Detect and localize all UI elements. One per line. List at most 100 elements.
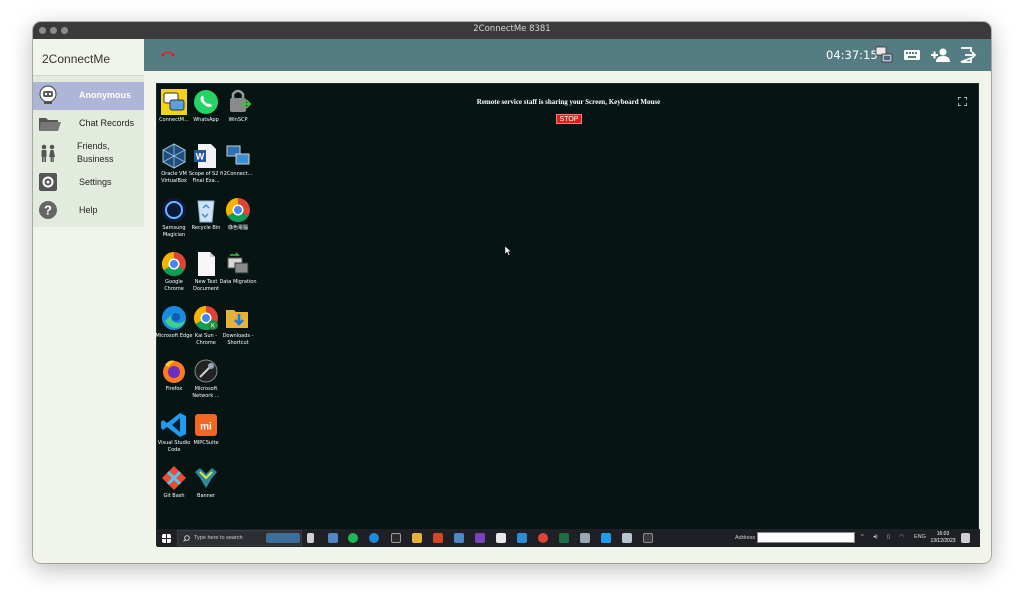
sidebar-item-settings[interactable]: Settings	[33, 168, 144, 196]
desktop-icon-label: WinSCP	[228, 117, 248, 123]
robot-avatar-icon	[39, 85, 57, 104]
data-migration-icon	[227, 252, 249, 274]
sidebar: 2ConnectMe Anonymous Chat Records Friend…	[33, 39, 144, 563]
exit-icon[interactable]	[959, 46, 977, 64]
sidebar-item-label: Anonymous	[79, 90, 132, 100]
wifi-icon[interactable]: ◠	[899, 534, 904, 540]
gear-icon	[39, 173, 57, 191]
desktop-icon[interactable]: W Scope of S2 fi Final Exa...	[189, 140, 223, 190]
chrome-icon	[161, 252, 186, 277]
svg-text:?: ?	[44, 203, 52, 218]
task-view-icon[interactable]	[307, 533, 314, 543]
taskbar-search-box[interactable]: Type here to search	[177, 530, 302, 546]
chrome-profile-icon: K	[193, 306, 218, 331]
desktop-icon[interactable]: 2Connect...	[221, 140, 255, 190]
sidebar-item-help[interactable]: ? Help	[33, 196, 144, 224]
firefox-icon	[163, 360, 185, 383]
desktop-icon-label: MIPCSuite	[193, 440, 219, 446]
folder-icon	[39, 118, 61, 131]
address-input[interactable]	[757, 532, 855, 543]
screen-share-icon[interactable]	[875, 46, 893, 64]
vscode-taskbar-icon[interactable]	[601, 533, 611, 543]
connectme-taskbar-icon[interactable]	[643, 533, 653, 543]
sidebar-item-label: Settings	[79, 177, 112, 187]
stop-button[interactable]: STOP	[556, 114, 582, 124]
window-title: 2ConnectMe 8381	[473, 24, 551, 34]
notepad-icon[interactable]	[496, 533, 506, 543]
add-user-icon[interactable]	[930, 46, 950, 64]
terminal-icon[interactable]	[391, 533, 401, 543]
sidebar-item-label: Friends, Business	[77, 141, 114, 164]
powerpoint-icon[interactable]	[433, 533, 443, 543]
desktop-icon[interactable]: Google Chrome	[157, 248, 191, 298]
hangup-icon[interactable]	[160, 49, 176, 59]
file-explorer-icon[interactable]	[412, 533, 422, 543]
chrome-icon	[225, 198, 250, 223]
virtualbox-icon	[162, 143, 186, 169]
search-icon	[183, 535, 190, 542]
network-app-icon	[226, 145, 250, 165]
taskbar-date: 13/12/2023	[930, 537, 956, 544]
desktop-icon[interactable]: 綠色電腦	[221, 194, 255, 244]
desktop-icon[interactable]: Visual Studio Code	[157, 409, 191, 459]
sidebar-item-chat-records[interactable]: Chat Records	[33, 110, 144, 138]
desktop-icon[interactable]: Firefox	[157, 355, 191, 405]
people-icon	[41, 144, 55, 162]
desktop-icon[interactable]: Samsung Magician	[157, 194, 191, 244]
desktop-icon[interactable]: Git Bash	[157, 462, 191, 512]
desktop-icon[interactable]: Banner	[189, 462, 223, 512]
svg-text:mi: mi	[200, 422, 212, 433]
spotify-icon[interactable]	[348, 533, 358, 543]
app-window: 2ConnectMe 8381 2ConnectMe Anonymous Cha	[33, 22, 991, 563]
desktop-icon[interactable]: Microsoft Network ...	[189, 355, 223, 405]
notification-icon[interactable]	[961, 533, 970, 543]
downloads-folder-icon	[226, 310, 248, 328]
onenote-icon[interactable]	[475, 533, 485, 543]
desktop-icon[interactable]: Data Migration	[219, 248, 257, 298]
desktop-icon[interactable]: K Kai Sun - Chrome	[189, 302, 223, 352]
taskbar-app-icon[interactable]	[328, 533, 338, 543]
network-monitor-icon	[194, 359, 218, 383]
question-icon: ?	[39, 201, 57, 219]
git-bash-icon	[162, 466, 186, 490]
search-highlight-image	[266, 533, 300, 543]
speaker-icon[interactable]: ◂)	[873, 534, 878, 540]
desktop-icon[interactable]: Downloads - Shortcut	[221, 302, 255, 352]
sidebar-item-friends-business[interactable]: Friends, Business	[33, 138, 144, 168]
fullscreen-icon[interactable]	[958, 97, 967, 106]
excel-icon[interactable]	[559, 533, 569, 543]
desktop-icon[interactable]: mi MIPCSuite	[189, 409, 223, 459]
battery-icon[interactable]: ▯	[887, 534, 890, 540]
edge-taskbar-icon[interactable]	[369, 533, 379, 543]
desktop-icon[interactable]: Recycle Bin	[189, 194, 223, 244]
chevron-up-icon[interactable]: ^	[861, 534, 864, 540]
windows-start-icon[interactable]	[162, 534, 171, 543]
language-indicator[interactable]: ENG	[914, 534, 926, 540]
sidebar-item-label: Help	[79, 205, 98, 215]
session-timer: 04:37:15	[826, 48, 878, 62]
text-document-icon	[198, 252, 215, 276]
taskbar-app-icon[interactable]	[580, 533, 590, 543]
desktop-icon[interactable]: ConnectM...	[157, 86, 191, 136]
desktop-icon-label: Banner	[197, 493, 215, 499]
edge-icon	[162, 306, 186, 330]
mouse-cursor-icon	[505, 246, 512, 256]
taskbar-app-icon[interactable]	[517, 533, 527, 543]
desktop-icon[interactable]: New Text Document	[189, 248, 223, 298]
keyboard-icon[interactable]	[903, 46, 921, 64]
desktop-icon[interactable]: WinSCP	[221, 86, 255, 136]
taskbar-app-icon[interactable]	[622, 533, 632, 543]
remote-screen[interactable]: Remote service staff is sharing your Scr…	[156, 83, 980, 547]
sidebar-item-anonymous[interactable]: Anonymous	[33, 82, 144, 110]
chrome-taskbar-icon[interactable]	[538, 533, 548, 543]
desktop-icon-label: 2Connect...	[223, 171, 253, 177]
banner-app-icon	[195, 468, 217, 488]
winscp-icon	[230, 89, 252, 112]
calendar-icon[interactable]	[454, 533, 464, 543]
session-header: 04:37:15	[144, 39, 991, 71]
desktop-icon[interactable]: Oracle VM VirtualBox	[157, 140, 191, 190]
taskbar-clock[interactable]: 16:03 13/12/2023	[930, 531, 956, 544]
mi-icon: mi	[195, 414, 217, 436]
desktop-icon[interactable]: WhatsApp	[189, 86, 223, 136]
desktop-icon[interactable]: Microsoft Edge	[156, 302, 192, 352]
